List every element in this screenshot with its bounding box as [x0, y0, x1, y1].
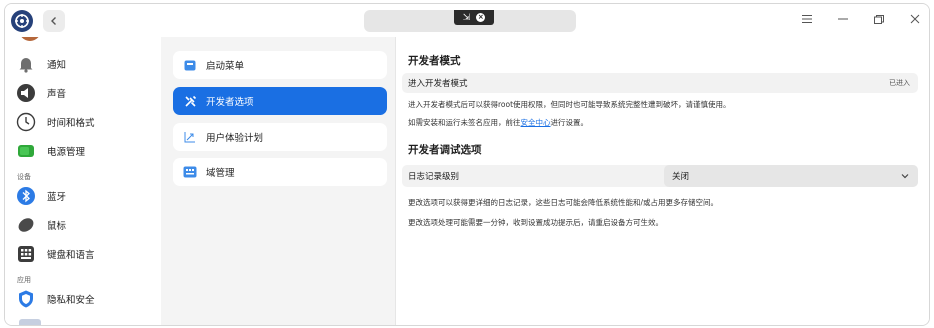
- maximize-button[interactable]: [871, 11, 887, 27]
- menu-button[interactable]: [799, 11, 815, 27]
- unsigned-app-hint: 如需安装和运行未签名应用，前往安全中心进行设置。: [408, 117, 588, 128]
- boot-menu-icon: [183, 58, 197, 72]
- sidebar-item-power[interactable]: 电源管理: [15, 138, 85, 164]
- sidebar-item-label: 键盘和语言: [47, 250, 95, 261]
- log-level-select[interactable]: 关闭: [664, 165, 918, 187]
- minimize-button[interactable]: [835, 11, 851, 27]
- keyboard-icon: [15, 243, 37, 265]
- debug-options-title: 开发者调试选项: [408, 144, 482, 156]
- sidebar-item-label: 鼠标: [47, 221, 67, 232]
- sidebar-item-bluetooth[interactable]: 蓝牙: [15, 183, 66, 209]
- enter-developer-mode-row[interactable]: 进入开发者模式 已进入: [402, 73, 918, 93]
- nav-item-label: 开发者选项: [206, 97, 254, 108]
- hamburger-icon: [802, 15, 812, 23]
- search-input[interactable]: ⇲ ×: [364, 10, 576, 32]
- nav-item-label: 启动菜单: [206, 61, 245, 72]
- log-level-value: 关闭: [672, 172, 690, 182]
- content-panel: 开发者模式 进入开发者模式 已进入 进入开发者模式后可以获得root使用权限，但…: [396, 37, 929, 325]
- settings-window: ⇲ × 通知 声音 时间和格式 电源管理 设备 蓝牙 鼠标 键盘和语言 应用 隐…: [4, 3, 930, 326]
- chart-icon: [183, 130, 197, 144]
- sidebar-item-label: 时间和格式: [47, 118, 95, 129]
- partial-item-icon: [19, 319, 41, 325]
- sidebar-item-sound[interactable]: 声音: [15, 80, 66, 106]
- capture-close-icon[interactable]: ×: [476, 13, 486, 22]
- nav-item-user-experience[interactable]: 用户体验计划: [173, 123, 387, 151]
- nav-item-boot-menu[interactable]: 启动菜单: [173, 51, 387, 79]
- sidebar-item-mouse[interactable]: 鼠标: [15, 212, 66, 238]
- back-button[interactable]: [43, 10, 65, 32]
- title-bar: ⇲ ×: [5, 4, 929, 37]
- nav-item-domain-management[interactable]: 域管理: [173, 158, 387, 186]
- sidebar-item-notifications[interactable]: 通知: [15, 51, 66, 77]
- sidebar-item-label: 电源管理: [47, 147, 86, 158]
- sidebar-section-apps: 应用: [17, 276, 31, 284]
- security-center-link[interactable]: 安全中心: [521, 118, 551, 127]
- close-icon: [910, 14, 920, 24]
- screen-capture-badge[interactable]: ⇲ ×: [454, 10, 494, 25]
- hint-suffix: 进行设置。: [550, 118, 589, 127]
- domain-icon: [183, 165, 197, 179]
- sidebar-item-label: 隐私和安全: [47, 295, 95, 306]
- developer-mode-status: 已进入: [889, 79, 910, 87]
- nav-item-label: 用户体验计划: [206, 133, 264, 144]
- sidebar-item-label: 通知: [47, 60, 67, 71]
- capture-icon: ⇲: [462, 12, 471, 23]
- chevron-left-icon: [51, 17, 56, 25]
- developer-mode-title: 开发者模式: [408, 55, 461, 67]
- log-level-restart-hint: 更改选项处理可能需要一分钟，收到设置成功提示后，请重启设备方可生效。: [408, 218, 663, 227]
- minimize-icon: [838, 18, 848, 20]
- sidebar-item-privacy-security[interactable]: 隐私和安全: [15, 286, 95, 312]
- nav-item-label: 域管理: [206, 168, 235, 179]
- tools-icon: [183, 94, 197, 108]
- sidebar-item-label: 声音: [47, 89, 67, 100]
- sidebar-item-time-format[interactable]: 时间和格式: [15, 109, 95, 135]
- sidebar: 通知 声音 时间和格式 电源管理 设备 蓝牙 鼠标 键盘和语言 应用 隐私和安全: [5, 37, 161, 325]
- bell-icon: [15, 53, 37, 75]
- sidebar-section-devices: 设备: [17, 173, 31, 181]
- nav-item-developer-options[interactable]: 开发者选项: [173, 87, 387, 115]
- log-level-description: 更改选项可以获得更详细的日志记录，这些日志可能会降低系统性能和/或占用更多存储空…: [408, 198, 719, 207]
- partial-item-icon: [19, 37, 41, 41]
- speaker-icon: [15, 82, 37, 104]
- sidebar-item-label: 蓝牙: [47, 192, 67, 203]
- chevron-down-icon: [901, 174, 909, 179]
- hint-prefix: 如需安装和运行未签名应用，前往: [408, 118, 521, 127]
- shield-icon: [15, 288, 37, 310]
- developer-mode-description: 进入开发者模式后可以获得root使用权限，但同时也可能导致系统完整性遭到破坏，请…: [408, 100, 731, 109]
- window-controls: [799, 11, 923, 27]
- clock-icon: [15, 111, 37, 133]
- sidebar-item-keyboard-language[interactable]: 键盘和语言: [15, 241, 95, 267]
- close-button[interactable]: [907, 11, 923, 27]
- restore-icon: [874, 14, 884, 24]
- bluetooth-icon: [15, 185, 37, 207]
- enter-developer-mode-label: 进入开发者模式: [408, 79, 468, 89]
- app-logo-icon: [11, 10, 33, 32]
- battery-icon: [15, 140, 37, 162]
- log-level-label: 日志记录级别: [408, 172, 460, 182]
- mouse-icon: [15, 214, 37, 236]
- sub-navigation: 启动菜单 开发者选项 用户体验计划 域管理: [161, 37, 396, 325]
